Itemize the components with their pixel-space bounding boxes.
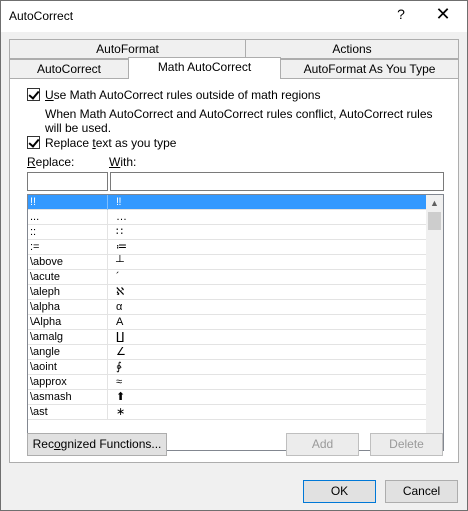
ok-button[interactable]: OK — [303, 480, 376, 503]
table-row[interactable]: := ≔ — [28, 240, 426, 255]
table-row[interactable]: \acute ´ — [28, 270, 426, 285]
table-row[interactable]: :: ∷ — [28, 225, 426, 240]
scroll-thumb[interactable] — [428, 212, 441, 230]
with-cell: ≈ — [116, 376, 123, 388]
replace-as-you-type-label[interactable]: Replace text as you type — [45, 136, 176, 150]
with-cell: ≔ — [116, 241, 127, 253]
with-column-label-rest: ith: — [120, 155, 137, 169]
delete-button[interactable]: Delete — [370, 433, 443, 456]
recognized-functions-label-post: gnized Functions... — [60, 437, 162, 451]
with-cell: ∗ — [116, 406, 126, 418]
replace-cell: !! — [30, 195, 108, 210]
table-row[interactable]: ... … — [28, 210, 426, 225]
table-row[interactable]: \approx ≈ — [28, 375, 426, 390]
with-cell: … — [116, 211, 127, 223]
replace-cell: := — [30, 240, 108, 255]
with-cell: ┴ — [116, 256, 124, 268]
add-button[interactable]: Add — [286, 433, 359, 456]
replacement-list[interactable]: !! ‼...…:: ∷:= ≔ \above ┴ \acute ´ \aleph ℵ \alpha… — [27, 194, 444, 451]
tab-math-autocorrect[interactable]: Math AutoCorrect — [128, 57, 281, 79]
table-row[interactable]: \aoint ∳ — [28, 360, 426, 375]
table-row[interactable]: !! ‼ — [28, 195, 426, 210]
table-row[interactable]: \angle ∠ — [28, 345, 426, 360]
title-bar: AutoCorrect ? ✕ — [1, 1, 467, 32]
window-title: AutoCorrect — [9, 9, 74, 23]
close-button[interactable]: ✕ — [429, 3, 457, 27]
replace-cell: \aleph — [30, 285, 108, 300]
replace-cell: \Alpha — [30, 315, 108, 330]
replace-cell: \above — [30, 255, 108, 270]
replace-cell: \approx — [30, 375, 108, 390]
with-cell: α — [116, 301, 123, 313]
table-row[interactable]: \above ┴ — [28, 255, 426, 270]
with-input[interactable] — [110, 172, 444, 191]
with-cell: ‼ — [116, 196, 122, 208]
math-autocorrect-panel: Use Math AutoCorrect rules outside of ma… — [9, 78, 459, 463]
with-column-label-key: W — [109, 155, 121, 169]
replace-column-label-key: R — [27, 155, 36, 169]
with-column-label: With: — [109, 155, 136, 169]
recognized-functions-label-pre: Rec — [32, 437, 54, 451]
replace-cell: \asmash — [30, 390, 108, 405]
with-cell: ∳ — [116, 361, 122, 373]
tab-autoformat-as-you-type-label: AutoFormat As You Type — [303, 62, 436, 76]
tab-autoformat-label: AutoFormat — [96, 42, 159, 56]
replace-cell: \amalg — [30, 330, 108, 345]
scroll-up-icon[interactable]: ▲ — [426, 195, 443, 212]
tab-actions[interactable]: Actions — [245, 39, 459, 59]
with-cell: ´ — [116, 271, 120, 283]
replace-cell: \alpha — [30, 300, 108, 315]
use-outside-math-label-post: se Math AutoCorrect rules outside of mat… — [53, 88, 321, 102]
table-row[interactable]: \aleph ℵ — [28, 285, 426, 300]
with-cell: ⬆ — [116, 391, 126, 403]
conflict-note: When Math AutoCorrect and AutoCorrect ru… — [45, 107, 433, 135]
replacement-rows: !! ‼...…:: ∷:= ≔ \above ┴ \acute ´ \aleph ℵ \alpha… — [28, 195, 426, 420]
with-cell: ℵ — [116, 286, 125, 298]
with-cell: ∷ — [116, 226, 123, 238]
replace-as-you-type-label-pre: Replace — [45, 136, 93, 150]
replace-as-you-type-label-post: ext as you type — [95, 136, 177, 150]
replace-input[interactable] — [27, 172, 108, 191]
tab-autoformat-as-you-type[interactable]: AutoFormat As You Type — [280, 59, 459, 79]
replace-cell: \acute — [30, 270, 108, 285]
tab-autocorrect-label: AutoCorrect — [36, 62, 102, 76]
use-outside-math-checkbox[interactable] — [27, 88, 40, 101]
table-row[interactable]: \Alpha A — [28, 315, 426, 330]
cancel-button[interactable]: Cancel — [385, 480, 458, 503]
use-outside-math-label[interactable]: Use Math AutoCorrect rules outside of ma… — [45, 88, 320, 102]
tab-actions-label: Actions — [332, 42, 372, 56]
with-cell: ∐ — [116, 331, 125, 343]
help-button[interactable]: ? — [387, 3, 415, 27]
with-cell: ∠ — [116, 346, 126, 358]
table-row[interactable]: \asmash ⬆ — [28, 390, 426, 405]
table-row[interactable]: \amalg ∐ — [28, 330, 426, 345]
replace-column-label: Replace: — [27, 155, 74, 169]
replace-cell: \angle — [30, 345, 108, 360]
recognized-functions-button[interactable]: Recognized Functions... — [27, 433, 167, 456]
tab-autocorrect[interactable]: AutoCorrect — [9, 59, 129, 79]
list-scrollbar[interactable]: ▲ ▼ — [426, 195, 443, 450]
tab-autoformat[interactable]: AutoFormat — [9, 39, 246, 59]
replace-as-you-type-checkbox[interactable] — [27, 136, 40, 149]
replace-cell: \aoint — [30, 360, 108, 375]
recognized-functions-label-key: o — [53, 437, 61, 451]
replace-cell: ... — [30, 210, 108, 225]
with-cell: A — [116, 316, 124, 328]
replace-column-label-rest: eplace: — [35, 155, 75, 169]
use-outside-math-label-key: U — [45, 88, 54, 102]
autocorrect-dialog: AutoCorrect ? ✕ AutoFormat Actions AutoC… — [0, 0, 468, 511]
replace-cell: :: — [30, 225, 108, 240]
replace-cell: \ast — [30, 405, 108, 420]
table-row[interactable]: \alpha α — [28, 300, 426, 315]
table-row[interactable]: \ast ∗ — [28, 405, 426, 420]
tab-math-autocorrect-label: Math AutoCorrect — [157, 60, 252, 74]
